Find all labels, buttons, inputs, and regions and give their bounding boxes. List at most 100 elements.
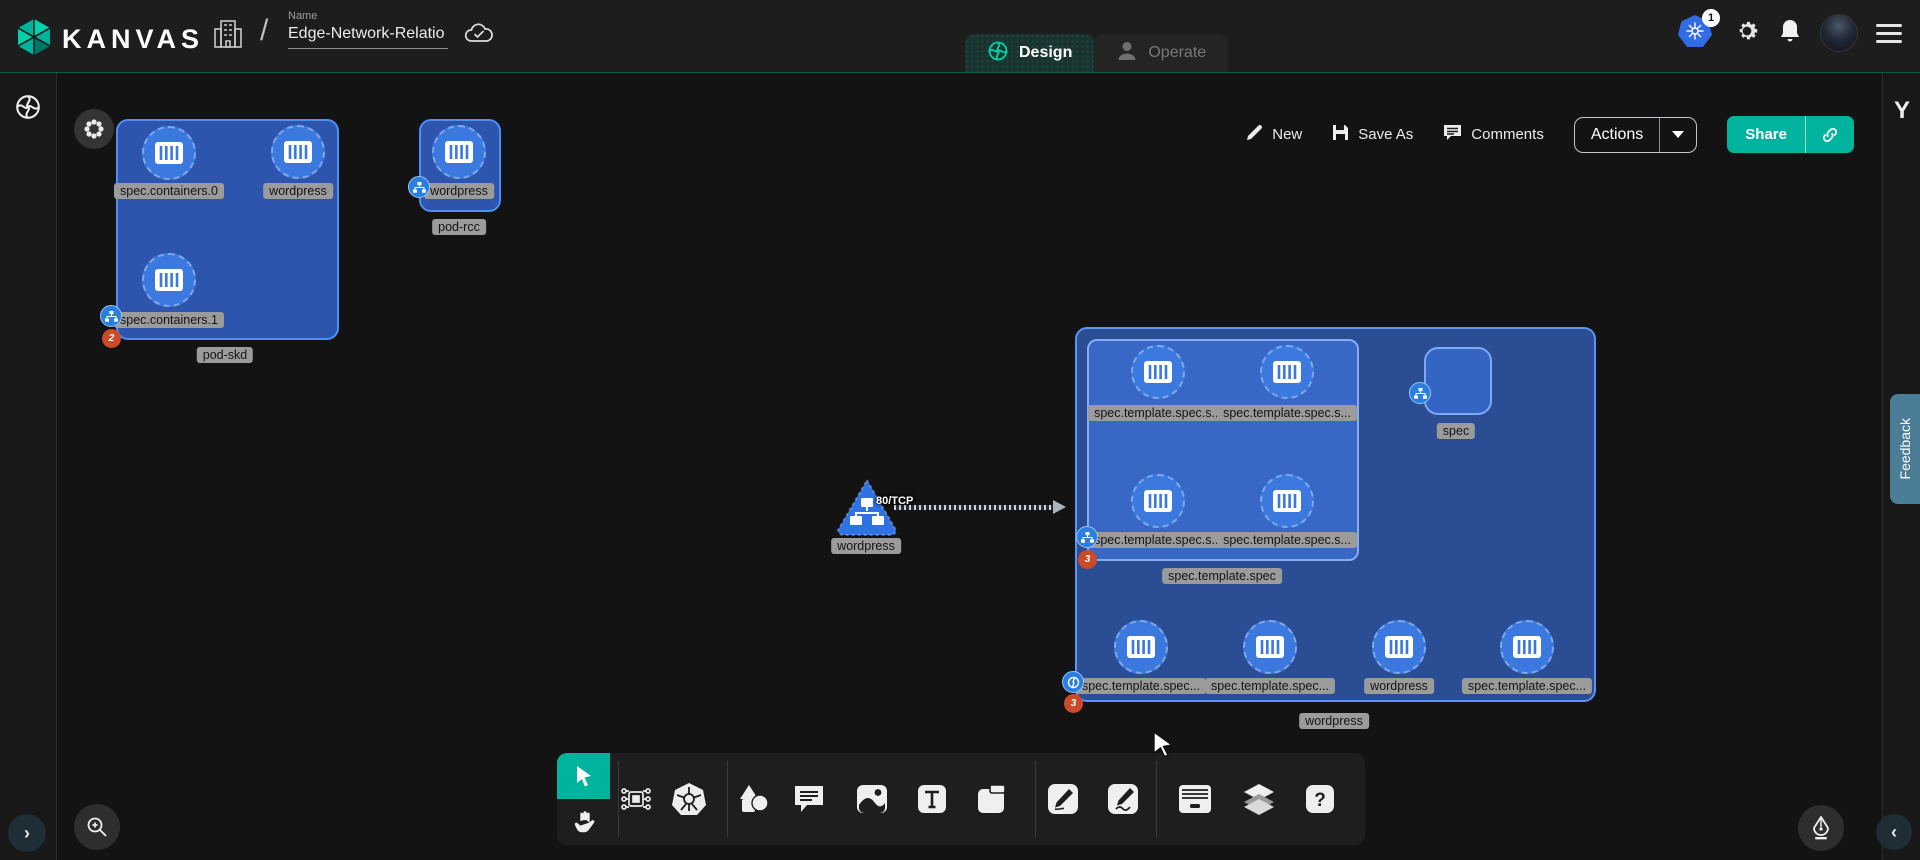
chevron-left-icon: ‹ bbox=[1891, 822, 1897, 843]
save-as-label: Save As bbox=[1358, 126, 1413, 143]
name-field-value[interactable]: Edge-Network-Relatio bbox=[288, 25, 448, 49]
breadcrumb-separator: / bbox=[260, 14, 268, 48]
mode-tabs: Design Operate bbox=[965, 34, 1228, 72]
new-button[interactable]: New bbox=[1246, 124, 1302, 145]
collapse-right-panel-button[interactable]: ‹ bbox=[1876, 814, 1912, 850]
group-label: pod-skd bbox=[197, 347, 253, 363]
organization-icon[interactable] bbox=[213, 17, 243, 56]
node-label: spec.template.spec... bbox=[1462, 678, 1592, 694]
save-as-button[interactable]: Save As bbox=[1332, 124, 1413, 145]
error-count-badge[interactable]: 3 bbox=[1064, 694, 1083, 713]
tool-pen[interactable] bbox=[1043, 779, 1083, 819]
container-node[interactable] bbox=[1500, 620, 1554, 674]
container-node-spec-containers-0[interactable] bbox=[142, 126, 196, 180]
tool-pan-hand[interactable] bbox=[557, 799, 610, 845]
comment-bubble-icon bbox=[793, 784, 825, 814]
settings-gear-icon[interactable] bbox=[1734, 18, 1760, 49]
canvas-flower-button[interactable] bbox=[74, 109, 114, 149]
chevron-right-icon: › bbox=[24, 823, 30, 844]
tool-select-cursor[interactable] bbox=[557, 753, 610, 799]
tool-image[interactable] bbox=[852, 779, 892, 819]
container-node[interactable] bbox=[1260, 345, 1314, 399]
feedback-label: Feedback bbox=[1897, 418, 1913, 479]
node-label: spec bbox=[1437, 423, 1475, 439]
network-edge[interactable] bbox=[894, 500, 1066, 514]
container-node[interactable] bbox=[1243, 620, 1297, 674]
actions-split-button[interactable]: Actions bbox=[1574, 117, 1697, 153]
pen-nib-button[interactable] bbox=[1798, 805, 1844, 851]
relationship-badge[interactable] bbox=[1409, 382, 1431, 404]
tab-operate[interactable]: Operate bbox=[1094, 34, 1228, 72]
note-icon bbox=[977, 784, 1007, 814]
name-field-label: Name bbox=[288, 10, 448, 22]
expand-left-panel-button[interactable]: › bbox=[8, 814, 46, 852]
tool-note[interactable] bbox=[972, 779, 1012, 819]
hamburger-menu-icon[interactable] bbox=[1876, 24, 1902, 43]
feedback-tab[interactable]: Feedback bbox=[1890, 394, 1920, 504]
logo-wordmark: KANVAS bbox=[62, 24, 204, 55]
node-label: wordpress bbox=[1364, 678, 1434, 694]
actions-label[interactable]: Actions bbox=[1575, 118, 1659, 152]
tool-component[interactable] bbox=[616, 779, 656, 819]
kubernetes-helm-icon bbox=[671, 782, 707, 816]
magnifier-plus-icon bbox=[86, 816, 108, 838]
tool-layers[interactable] bbox=[1239, 779, 1279, 819]
yaml-panel-icon[interactable]: Y bbox=[1883, 97, 1920, 125]
layers-icon bbox=[1242, 783, 1276, 815]
container-node-wordpress[interactable] bbox=[1372, 620, 1426, 674]
tab-design[interactable]: Design bbox=[965, 34, 1094, 72]
actions-dropdown-toggle[interactable] bbox=[1659, 118, 1696, 152]
toolbar-divider bbox=[727, 761, 728, 837]
pen-nib-icon bbox=[1810, 816, 1832, 840]
tool-text[interactable] bbox=[912, 779, 952, 819]
text-icon bbox=[917, 784, 947, 814]
pen-tool-icon bbox=[1047, 783, 1079, 815]
tool-pencil-draw[interactable] bbox=[1103, 779, 1143, 819]
container-node-wordpress[interactable] bbox=[271, 125, 325, 179]
container-node[interactable] bbox=[1131, 474, 1185, 528]
spec-node[interactable] bbox=[1424, 347, 1492, 415]
service-node-wordpress[interactable] bbox=[834, 476, 900, 541]
kubernetes-context-button[interactable]: 1 bbox=[1678, 15, 1716, 51]
relationship-badge[interactable] bbox=[1076, 526, 1098, 548]
container-node[interactable] bbox=[1260, 474, 1314, 528]
tool-drawer[interactable] bbox=[1175, 779, 1215, 819]
app-stage: KANVAS / Name Edge-Network-Relatio bbox=[0, 0, 1920, 860]
kanvas-hexagon-icon bbox=[16, 18, 52, 61]
design-name-field[interactable]: Name Edge-Network-Relatio bbox=[288, 10, 448, 49]
mouse-cursor bbox=[1152, 731, 1176, 762]
save-icon bbox=[1332, 124, 1349, 145]
header-icons: 1 bbox=[1678, 14, 1902, 52]
new-label: New bbox=[1272, 126, 1302, 143]
pencil-draw-icon bbox=[1107, 783, 1139, 815]
svg-text:?: ? bbox=[1314, 790, 1326, 811]
kanvas-logo[interactable]: KANVAS bbox=[16, 18, 204, 61]
container-node-wordpress[interactable] bbox=[432, 125, 486, 179]
meshery-spiral-icon[interactable] bbox=[14, 93, 42, 126]
canvas-toolbar: ? bbox=[557, 753, 1365, 845]
node-label: wordpress bbox=[424, 183, 494, 199]
copy-link-icon[interactable] bbox=[1805, 116, 1854, 153]
relationship-badge[interactable] bbox=[100, 305, 122, 327]
error-count-badge[interactable]: 3 bbox=[1078, 550, 1097, 569]
node-label: wordpress bbox=[831, 538, 901, 554]
share-split-button[interactable]: Share bbox=[1727, 116, 1854, 153]
error-count-badge[interactable]: 2 bbox=[102, 329, 121, 348]
zoom-in-button[interactable] bbox=[74, 804, 120, 850]
share-label[interactable]: Share bbox=[1727, 116, 1805, 153]
group-spec-template-spec[interactable] bbox=[1087, 339, 1359, 561]
tool-kubernetes[interactable] bbox=[669, 779, 709, 819]
comments-button[interactable]: Comments bbox=[1443, 124, 1544, 145]
tool-shapes[interactable] bbox=[733, 779, 773, 819]
container-node[interactable] bbox=[1131, 345, 1185, 399]
relationship-badge[interactable] bbox=[408, 176, 430, 198]
context-count-badge: 1 bbox=[1702, 9, 1720, 27]
container-node[interactable] bbox=[1114, 620, 1168, 674]
notifications-bell-icon[interactable] bbox=[1778, 18, 1802, 49]
spiral-badge[interactable] bbox=[1062, 671, 1084, 693]
node-label: spec.template.spec... bbox=[1205, 678, 1335, 694]
tool-comment[interactable] bbox=[789, 779, 829, 819]
container-node-spec-containers-1[interactable] bbox=[142, 253, 196, 307]
tool-help[interactable]: ? bbox=[1300, 779, 1340, 819]
user-avatar[interactable] bbox=[1820, 14, 1858, 52]
